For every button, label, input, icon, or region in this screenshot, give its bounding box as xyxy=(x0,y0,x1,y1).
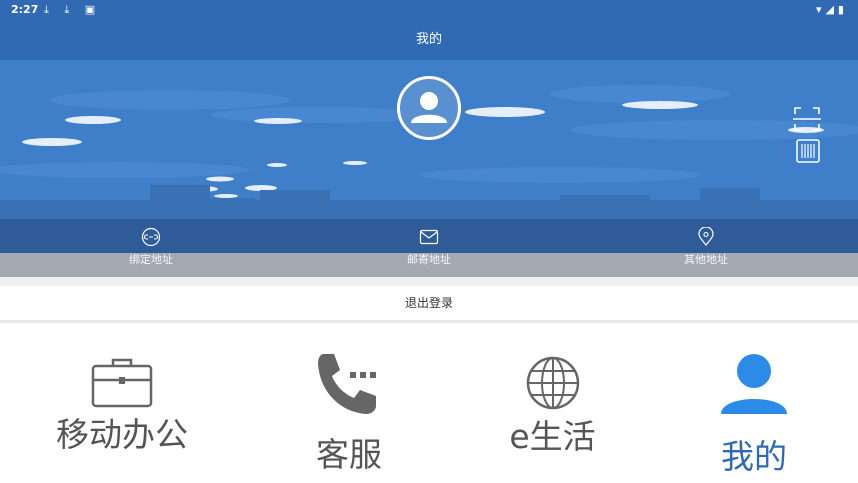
notification-icons: ⤓ ⤓ ▣ xyxy=(44,3,102,16)
address-item-label: 绑定地址 xyxy=(129,253,173,266)
location-pin-icon xyxy=(698,227,714,246)
avatar[interactable] xyxy=(397,76,461,140)
scan-icon[interactable] xyxy=(793,106,821,132)
mail-icon xyxy=(419,229,439,245)
tab-label: 客服 xyxy=(316,435,382,474)
divider xyxy=(0,277,858,286)
address-item-bind[interactable]: 绑定地址 xyxy=(91,227,211,267)
user-icon xyxy=(411,92,447,123)
divider xyxy=(0,320,858,323)
barcode-icon[interactable] xyxy=(796,139,820,163)
tab-mine[interactable]: 我的 xyxy=(704,352,804,478)
address-item-label: 其他地址 xyxy=(684,253,728,266)
tab-customer-service[interactable]: 客服 xyxy=(294,352,404,476)
address-item-other[interactable]: 其他地址 xyxy=(646,227,766,267)
address-item-mail[interactable]: 邮寄地址 xyxy=(369,227,489,267)
link-circle-icon xyxy=(141,227,161,247)
person-icon xyxy=(721,354,787,414)
status-bar: 2:27 ⤓ ⤓ ▣ ▾◢▮ xyxy=(0,0,858,20)
tab-e-life[interactable]: e生活 xyxy=(490,356,615,458)
briefcase-icon xyxy=(91,358,153,408)
tab-label: 移动办公 xyxy=(56,415,188,454)
logout-button[interactable]: 退出登录 xyxy=(0,286,858,320)
profile-banner xyxy=(0,60,858,219)
signal-battery-icons: ▾◢▮ xyxy=(815,3,848,16)
address-item-label: 邮寄地址 xyxy=(407,253,451,266)
tab-label: e生活 xyxy=(509,417,596,456)
tab-label: 我的 xyxy=(721,437,787,476)
status-time: 2:27 xyxy=(11,3,39,16)
page-title: 我的 xyxy=(0,20,858,60)
phone-icon xyxy=(318,354,376,414)
globe-icon xyxy=(526,356,579,410)
tab-mobile-office[interactable]: 移动办公 xyxy=(52,356,192,456)
